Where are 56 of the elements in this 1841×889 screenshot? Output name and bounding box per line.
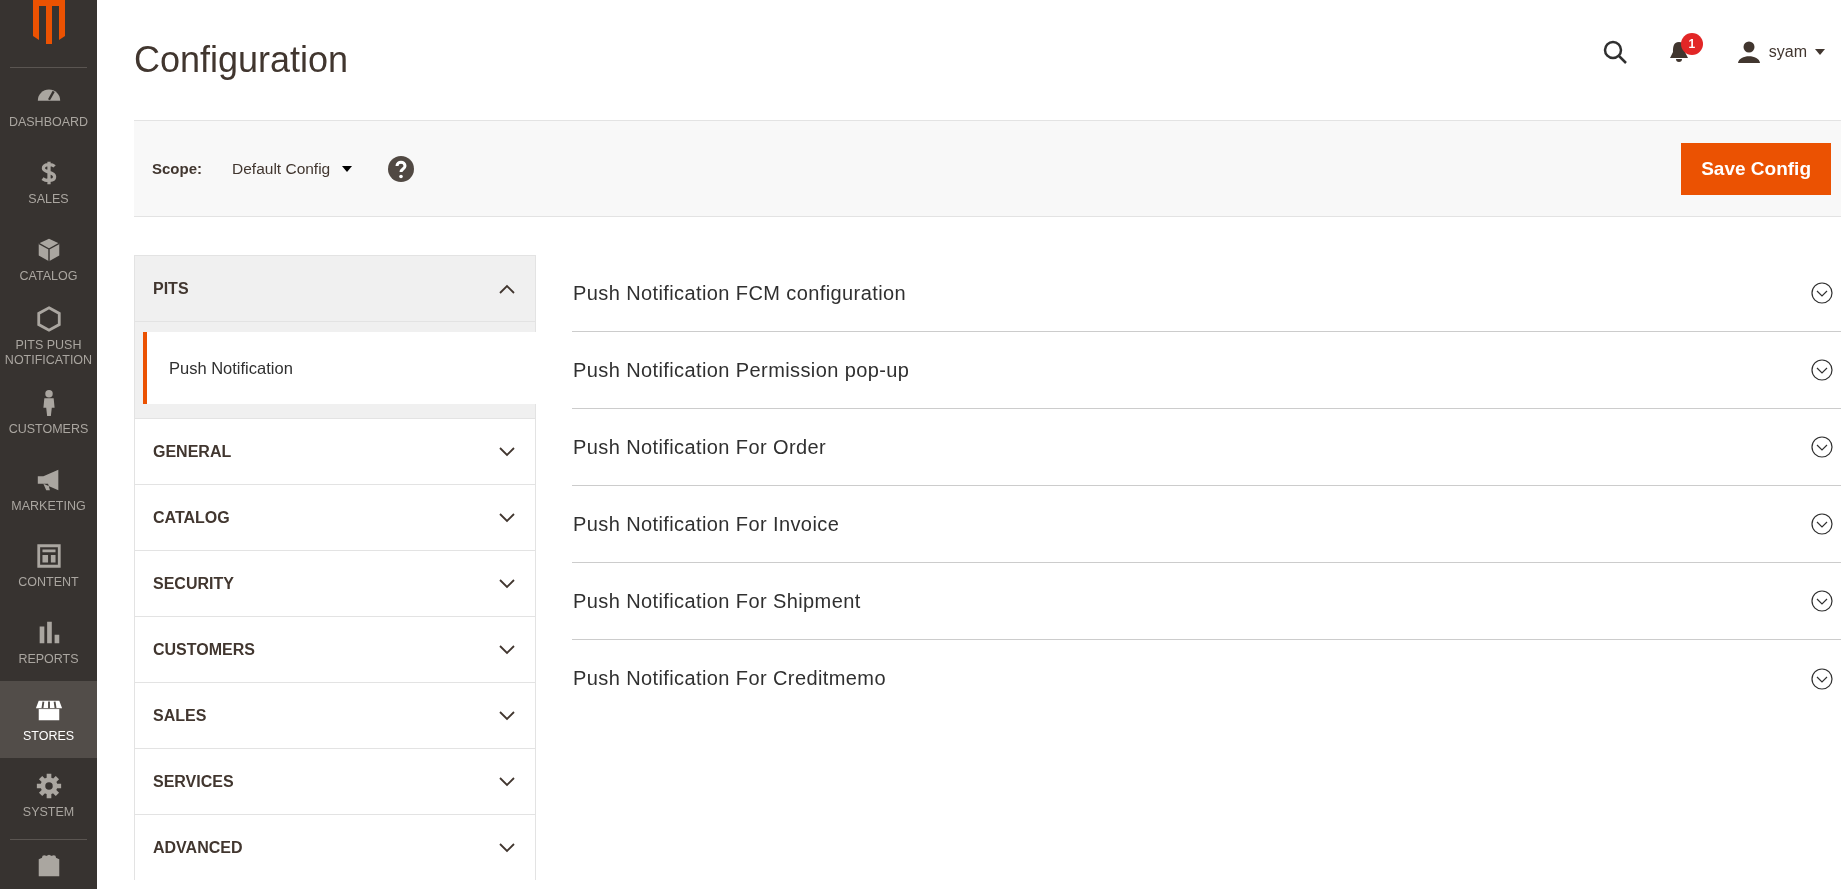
config-group[interactable]: PITS — [135, 256, 535, 322]
nav-item[interactable]: CATALOG — [0, 221, 97, 298]
nav-label: CATALOG — [19, 268, 78, 284]
nav-label: DASHBOARD — [8, 115, 89, 131]
config-section[interactable]: Push Notification For Order — [572, 409, 1841, 486]
nav-label: STORES — [22, 728, 75, 744]
nav-label: CUSTOMERS — [8, 421, 89, 437]
config-section[interactable]: Push Notification For Creditmemo — [572, 640, 1841, 717]
nav-item[interactable]: CONTENT — [0, 527, 97, 605]
nav-item[interactable]: DASHBOARD — [0, 67, 97, 145]
nav-item[interactable]: SYSTEM — [0, 758, 97, 835]
gear-icon — [34, 772, 63, 801]
expand-icon — [1811, 513, 1833, 535]
nav-item[interactable]: CUSTOMERS — [0, 374, 97, 452]
expand-icon — [1811, 282, 1833, 304]
nav-item[interactable]: PITS PUSH NOTIFICATION — [0, 297, 97, 375]
chevron-icon — [499, 776, 515, 787]
chevron-icon — [499, 842, 515, 853]
expand-icon — [1811, 590, 1833, 612]
chevron-icon — [499, 446, 515, 457]
expand-icon — [1811, 436, 1833, 458]
search-icon[interactable] — [1602, 40, 1627, 64]
config-section[interactable]: Push Notification Permission pop-up — [572, 332, 1841, 409]
nav-item[interactable]: REPORTS — [0, 604, 97, 682]
nav-item[interactable]: SALES — [0, 144, 97, 222]
nav-label: PITS PUSH NOTIFICATION — [3, 337, 94, 368]
expand-icon — [1811, 359, 1833, 381]
nav-label: SYSTEM — [22, 805, 75, 821]
scope-dropdown[interactable]: Default Config — [232, 159, 353, 178]
scope-label: Scope: — [152, 160, 202, 177]
caret-icon — [342, 165, 353, 172]
hexagon-icon — [34, 304, 63, 333]
config-section[interactable]: Push Notification For Invoice — [572, 486, 1841, 563]
chevron-icon — [499, 578, 515, 589]
nav-label: SALES — [28, 191, 69, 207]
chevron-icon — [499, 283, 515, 294]
caret-icon — [1815, 49, 1825, 55]
config-section[interactable]: Push Notification FCM configuration — [572, 255, 1841, 332]
notification-count: 1 — [1680, 33, 1703, 55]
help-icon[interactable] — [388, 155, 415, 182]
config-section[interactable]: Push Notification For Shipment — [572, 563, 1841, 640]
nav-item[interactable]: MARKETING — [0, 451, 97, 528]
nav-item[interactable]: STORES — [0, 681, 97, 759]
logo-icon[interactable] — [32, 0, 65, 44]
nav-label: REPORTS — [18, 652, 79, 667]
chevron-icon — [499, 644, 515, 655]
nav-label: MARKETING — [11, 498, 86, 514]
user-menu[interactable]: syam — [1730, 40, 1831, 64]
layout-icon — [34, 542, 63, 571]
chevron-icon — [499, 512, 515, 523]
page-title: Configuration — [134, 39, 350, 81]
chevron-icon — [499, 710, 515, 721]
expand-icon — [1811, 667, 1833, 690]
save-config-button[interactable]: Save Config — [1681, 142, 1831, 195]
user-icon — [1736, 41, 1761, 63]
nav-label: CONTENT — [18, 575, 79, 591]
